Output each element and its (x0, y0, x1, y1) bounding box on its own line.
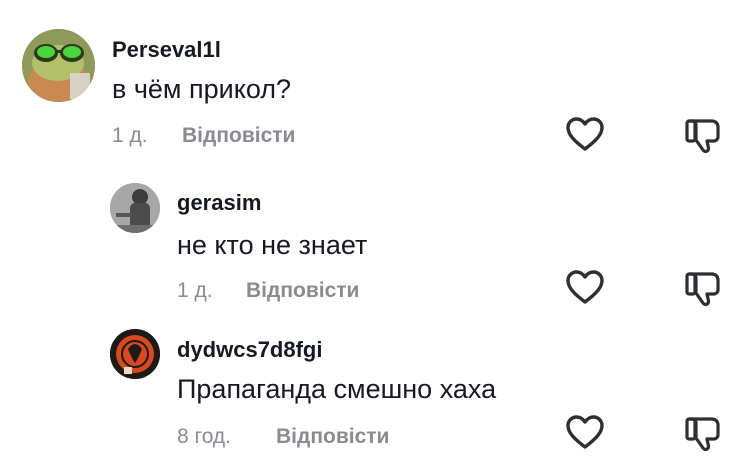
thumbs-down-icon[interactable] (683, 413, 723, 453)
heart-outline-icon[interactable] (565, 268, 605, 308)
comment-text: не кто не знает (177, 230, 368, 260)
username[interactable]: dydwcs7d8fgi (177, 337, 322, 363)
comment-text: Прапаганда смешно хаха (177, 374, 497, 404)
reply-button[interactable]: Відповісти (182, 124, 295, 148)
reply-button[interactable]: Відповісти (246, 279, 359, 303)
comment-timestamp: 8 год. (177, 425, 232, 448)
reply-button[interactable]: Відповісти (276, 425, 389, 449)
comment-item: dydwcs7d8fgi Прапаганда смешно хаха 8 го… (0, 310, 750, 460)
username[interactable]: gerasim (177, 190, 261, 216)
comment-text: в чём прикол? (112, 74, 292, 104)
comment-item: gerasim не кто не знает 1 д. Відповісти (0, 160, 750, 310)
thumbs-down-icon[interactable] (683, 268, 723, 308)
frog-sunglasses-avatar-icon (22, 29, 95, 102)
heart-outline-icon[interactable] (565, 413, 605, 453)
comment-timestamp: 1 д. (112, 124, 148, 147)
avatar[interactable] (110, 329, 160, 379)
comment-item: Perseval1l в чём прикол? 1 д. Відповісти (0, 0, 750, 154)
grayscale-figure-avatar-icon (110, 183, 160, 233)
comment-timestamp: 1 д. (177, 279, 213, 302)
heart-outline-icon[interactable] (565, 115, 605, 155)
username[interactable]: Perseval1l (112, 37, 221, 63)
thumbs-down-icon[interactable] (683, 115, 723, 155)
avatar[interactable] (110, 183, 160, 233)
red-emblem-avatar-icon (110, 329, 160, 379)
avatar[interactable] (22, 29, 95, 102)
